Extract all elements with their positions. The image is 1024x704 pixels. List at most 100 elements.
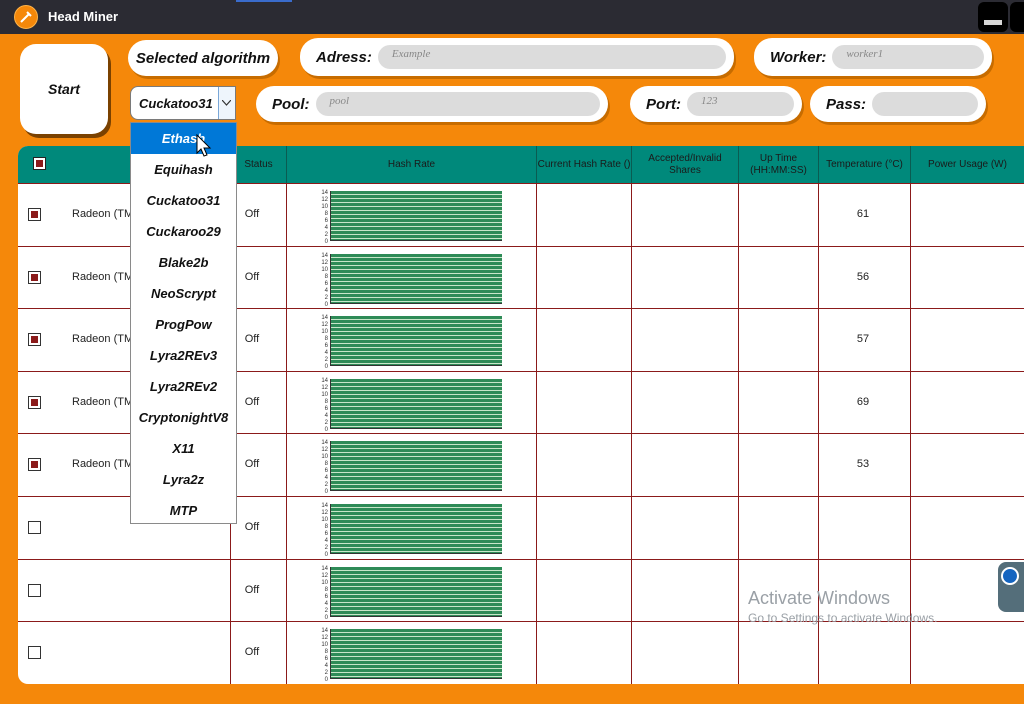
worker-box: Worker: worker1 (754, 38, 992, 76)
chart-tick-label: 10 (321, 517, 328, 523)
column-divider (286, 183, 287, 684)
dropdown-option[interactable]: ProgPow (131, 309, 236, 340)
chart-tick-label: 12 (321, 510, 328, 516)
device-name: Radeon (TM (72, 208, 134, 220)
row-checkbox[interactable] (28, 646, 41, 660)
row-checkbox[interactable] (28, 208, 41, 221)
chart-plot-area (330, 378, 502, 429)
dropdown-option[interactable]: Cuckaroo29 (131, 216, 236, 247)
chart-tick-label: 2 (324, 670, 328, 677)
device-status: Off (244, 208, 260, 220)
header-current-hash-rate: Current Hash Rate () (536, 146, 631, 183)
dropdown-option[interactable]: Lyra2REv2 (131, 371, 236, 402)
chart-axis-ticks: 14 12 10 8 6 4 2 0 (316, 565, 328, 621)
header-hash-rate: Hash Rate (286, 146, 536, 183)
chart-tick-label: 14 (321, 503, 328, 509)
chart-axis-ticks: 14 12 10 8 6 4 2 0 (316, 253, 328, 308)
table-row: Off 14 12 10 8 6 4 2 0 (18, 621, 1024, 683)
pass-input[interactable] (872, 92, 978, 116)
mouse-cursor-icon (196, 134, 212, 157)
dropdown-option[interactable]: Equihash (131, 154, 236, 185)
dropdown-option[interactable]: MTP (131, 495, 236, 526)
chart-tick-label: 4 (324, 412, 328, 419)
row-checkbox[interactable] (28, 458, 41, 472)
chart-tick-label: 10 (321, 391, 328, 398)
header-status: Status (230, 146, 286, 183)
chart-axis-ticks: 14 12 10 8 6 4 2 0 (316, 628, 328, 683)
dropdown-option[interactable]: Lyra2REv3 (131, 340, 236, 371)
worker-input[interactable]: worker1 (832, 45, 984, 69)
dropdown-option[interactable]: Blake2b (131, 247, 236, 278)
hash-rate-chart: 14 12 10 8 6 4 2 0 (316, 315, 506, 370)
chart-tick-label: 14 (321, 628, 328, 635)
chart-plot-area (330, 504, 502, 554)
chart-tick-label: 12 (321, 635, 328, 642)
chart-tick-label: 14 (321, 440, 328, 447)
header-accepted-invalid: Accepted/Invalid Shares (631, 146, 738, 183)
chart-tick-label: 4 (324, 538, 328, 544)
chevron-down-icon[interactable] (218, 87, 235, 119)
row-checkbox[interactable] (28, 583, 41, 597)
dropdown-option[interactable]: CryptonightV8 (131, 402, 236, 433)
port-input[interactable]: 123 (687, 92, 794, 116)
chart-plot-area (330, 441, 502, 492)
dropdown-option[interactable]: Lyra2z (131, 464, 236, 495)
address-box: Adress: Example (300, 38, 734, 76)
chart-axis-ticks: 14 12 10 8 6 4 2 0 (316, 440, 328, 495)
close-button[interactable] (1010, 2, 1024, 32)
device-name: Radeon (TM (72, 270, 134, 283)
pool-input[interactable]: pool (315, 92, 600, 116)
select-all-checkbox[interactable] (33, 157, 46, 170)
side-panel-tab[interactable] (998, 562, 1024, 612)
chart-tick-label: 12 (321, 259, 328, 266)
address-input[interactable]: Example (377, 45, 726, 69)
chart-tick-label: 6 (324, 531, 328, 537)
chart-tick-label: 12 (321, 384, 328, 391)
column-divider (738, 183, 739, 684)
row-checkbox[interactable] (28, 395, 41, 409)
minimize-icon (984, 20, 1002, 25)
device-temperature: 56 (856, 270, 870, 283)
device-status: Off (244, 646, 260, 659)
chart-tick-label: 4 (324, 287, 328, 294)
worker-label: Worker: (770, 48, 827, 66)
chart-tick-label: 12 (321, 322, 328, 329)
algorithm-combobox[interactable]: Cuckatoo31 (130, 86, 236, 120)
chart-tick-label: 0 (324, 677, 328, 684)
chart-plot-area (330, 253, 502, 304)
chart-tick-label: 10 (321, 329, 328, 336)
column-divider (536, 183, 537, 684)
dropdown-option[interactable]: Ethash (131, 123, 236, 154)
chart-tick-label: 10 (321, 204, 328, 210)
chart-tick-label: 14 (321, 315, 328, 322)
selected-algorithm-label-box: Selected algorithm (128, 40, 278, 76)
header-up-time: Up Time (HH:MM:SS) (738, 146, 818, 183)
dropdown-option[interactable]: Cuckatoo31 (131, 185, 236, 216)
start-button[interactable]: Start (20, 44, 108, 134)
port-label: Port: (646, 95, 681, 113)
row-checkbox[interactable] (28, 521, 41, 534)
top-accent-line (236, 0, 292, 2)
dropdown-option[interactable]: NeoScrypt (131, 278, 236, 309)
hash-rate-chart: 14 12 10 8 6 4 2 0 (316, 628, 506, 683)
device-temperature: 61 (856, 208, 870, 220)
chart-tick-label: 14 (321, 565, 328, 572)
minimize-button[interactable] (978, 2, 1008, 32)
chart-plot-area (330, 191, 502, 241)
row-checkbox[interactable] (28, 270, 41, 284)
chart-tick-label: 4 (324, 350, 328, 357)
chart-tick-label: 6 (324, 593, 328, 600)
chart-tick-label: 2 (324, 357, 328, 364)
chart-tick-label: 2 (324, 545, 328, 551)
dropdown-option[interactable]: X11 (131, 433, 236, 464)
chart-tick-label: 2 (324, 294, 328, 301)
row-checkbox[interactable] (28, 333, 41, 347)
chart-tick-label: 8 (324, 398, 328, 405)
chart-axis-ticks: 14 12 10 8 6 4 2 0 (316, 378, 328, 433)
header-temperature: Temperature (°C) (818, 146, 910, 183)
activate-windows-watermark: Activate Windows Go to Settings to activ… (748, 588, 937, 625)
device-status: Off (244, 395, 260, 408)
device-status: Off (244, 521, 260, 533)
chart-tick-label: 8 (324, 461, 328, 468)
chart-tick-label: 4 (324, 225, 328, 231)
